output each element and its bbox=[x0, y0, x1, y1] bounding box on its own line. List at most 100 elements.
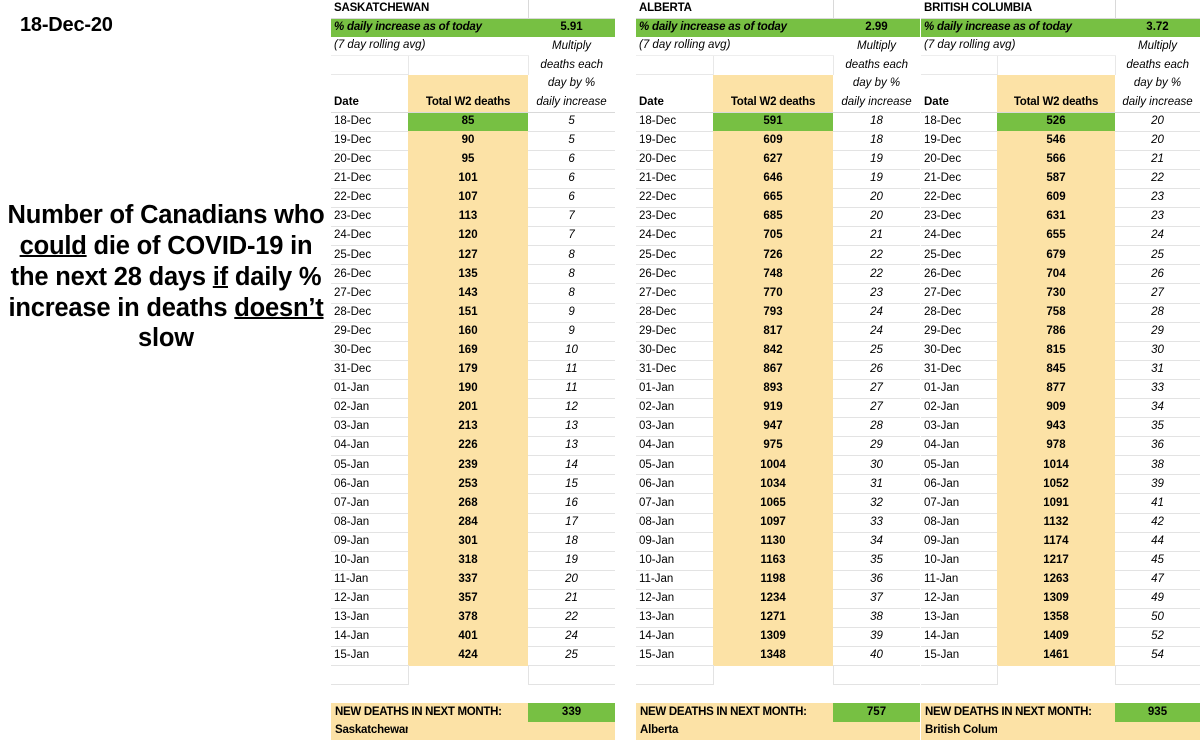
row-daily-increase: 22 bbox=[833, 245, 920, 266]
row-daily-increase: 8 bbox=[528, 264, 616, 285]
province-title: BRITISH COLUMBIA bbox=[921, 0, 1115, 20]
spacer-cell bbox=[921, 684, 997, 704]
headline-text: Number of Canadians who bbox=[7, 201, 325, 229]
row-date: 13-Jan bbox=[636, 608, 713, 629]
row-date: 11-Jan bbox=[921, 570, 997, 590]
row-date: 03-Jan bbox=[921, 417, 997, 438]
multiply-note-line-2: deaths each bbox=[845, 58, 909, 71]
row-total-deaths: 1358 bbox=[997, 608, 1115, 628]
spacer-cell bbox=[407, 55, 529, 75]
spacer-cell bbox=[1115, 684, 1200, 704]
footer-fill bbox=[997, 721, 1115, 740]
row-daily-increase: 21 bbox=[833, 226, 920, 247]
row-total-deaths: 1091 bbox=[997, 493, 1115, 514]
row-total-deaths: 609 bbox=[713, 131, 833, 151]
new-deaths-total-label: NEW DEATHS IN NEXT MONTH: bbox=[331, 703, 529, 722]
row-daily-increase: 27 bbox=[833, 398, 920, 419]
spacer-cell bbox=[331, 75, 408, 94]
row-total-deaths: 815 bbox=[997, 341, 1115, 361]
row-date: 24-Dec bbox=[636, 226, 713, 247]
row-date: 06-Jan bbox=[636, 474, 713, 495]
row-total-deaths: 213 bbox=[408, 417, 529, 437]
headline-text: slow bbox=[138, 324, 194, 353]
row-daily-increase: 47 bbox=[1115, 570, 1200, 590]
row-daily-increase: 19 bbox=[833, 150, 920, 170]
row-daily-increase: 18 bbox=[528, 532, 616, 552]
row-total-deaths: 169 bbox=[408, 341, 529, 361]
row-total-deaths: 179 bbox=[408, 360, 529, 380]
column-header-total-deaths: Total W2 deaths bbox=[997, 93, 1115, 113]
row-date: 24-Dec bbox=[331, 226, 408, 247]
row-daily-increase: 26 bbox=[833, 360, 920, 380]
row-total-deaths: 786 bbox=[997, 322, 1115, 342]
row-daily-increase: 38 bbox=[833, 608, 920, 629]
row-date: 14-Jan bbox=[331, 627, 408, 648]
row-date: 11-Jan bbox=[636, 570, 713, 590]
row-daily-increase: 35 bbox=[1115, 417, 1200, 438]
row-total-deaths: 975 bbox=[713, 436, 833, 456]
row-total-deaths: 201 bbox=[408, 398, 529, 418]
row-date: 10-Jan bbox=[921, 551, 997, 571]
row-total-deaths: 631 bbox=[997, 207, 1115, 227]
row-date: 01-Jan bbox=[331, 379, 408, 399]
row-total-deaths: 135 bbox=[408, 264, 529, 284]
spacer-cell bbox=[996, 55, 1116, 75]
spacer-cell bbox=[528, 665, 616, 686]
row-date: 25-Dec bbox=[331, 245, 408, 266]
footer-fill bbox=[833, 721, 920, 740]
province-title-blank bbox=[832, 0, 920, 20]
row-total-deaths: 151 bbox=[408, 303, 529, 323]
row-daily-increase: 50 bbox=[1115, 608, 1200, 629]
row-date: 06-Jan bbox=[921, 474, 997, 495]
headline-emphasis: doesn’t bbox=[234, 293, 324, 322]
row-date: 08-Jan bbox=[331, 513, 408, 533]
row-date: 19-Dec bbox=[331, 131, 408, 151]
row-total-deaths: 378 bbox=[408, 608, 529, 628]
row-daily-increase: 13 bbox=[528, 417, 616, 438]
row-total-deaths: 107 bbox=[408, 188, 529, 208]
province-table-british-columbia: BRITISH COLUMBIA% daily increase as of t… bbox=[921, 0, 1200, 740]
row-daily-increase: 37 bbox=[833, 589, 920, 610]
row-daily-increase: 9 bbox=[528, 303, 616, 323]
pct-increase-label: % daily increase as of today bbox=[921, 18, 1115, 38]
row-daily-increase: 24 bbox=[833, 303, 920, 323]
row-date: 20-Dec bbox=[636, 150, 713, 170]
row-daily-increase: 6 bbox=[528, 150, 616, 170]
row-daily-increase: 18 bbox=[833, 131, 920, 151]
row-daily-increase: 36 bbox=[833, 570, 920, 590]
row-daily-increase: 19 bbox=[833, 169, 920, 189]
row-total-deaths: 253 bbox=[408, 474, 529, 494]
row-date: 12-Jan bbox=[921, 589, 997, 610]
row-total-deaths: 546 bbox=[997, 131, 1115, 151]
row-total-deaths: 730 bbox=[997, 283, 1115, 303]
row-daily-increase: 5 bbox=[528, 112, 616, 132]
row-daily-increase: 11 bbox=[528, 360, 616, 380]
row-date: 29-Dec bbox=[921, 322, 997, 342]
row-date: 01-Jan bbox=[921, 379, 997, 399]
page-title: Number of Canadians who could die of COV… bbox=[6, 200, 326, 354]
row-date: 09-Jan bbox=[331, 532, 408, 552]
row-date: 22-Dec bbox=[331, 188, 408, 209]
row-total-deaths: 239 bbox=[408, 455, 529, 475]
row-total-deaths: 268 bbox=[408, 493, 529, 514]
row-date: 30-Dec bbox=[331, 341, 408, 361]
new-deaths-total-label: NEW DEATHS IN NEXT MONTH: bbox=[636, 703, 833, 722]
row-total-deaths: 1198 bbox=[713, 570, 833, 590]
row-total-deaths: 95 bbox=[408, 150, 529, 170]
footer-fill bbox=[1115, 721, 1200, 740]
spacer-cell bbox=[636, 55, 713, 76]
new-deaths-total-value: 757 bbox=[833, 703, 920, 722]
row-date: 23-Dec bbox=[636, 207, 713, 228]
new-deaths-total-value: 935 bbox=[1115, 703, 1200, 722]
pct-increase-value: 5.91 bbox=[528, 18, 616, 38]
row-date: 10-Jan bbox=[331, 551, 408, 571]
row-total-deaths: 978 bbox=[997, 436, 1115, 456]
row-total-deaths: 424 bbox=[408, 646, 529, 666]
row-daily-increase: 45 bbox=[1115, 551, 1200, 571]
row-total-deaths: 877 bbox=[997, 379, 1115, 399]
headline-emphasis: could bbox=[19, 231, 87, 260]
row-daily-increase: 28 bbox=[1115, 303, 1200, 323]
row-daily-increase: 25 bbox=[833, 341, 920, 361]
new-deaths-total-label: NEW DEATHS IN NEXT MONTH: bbox=[921, 703, 1115, 722]
row-total-deaths: 1065 bbox=[713, 493, 833, 514]
